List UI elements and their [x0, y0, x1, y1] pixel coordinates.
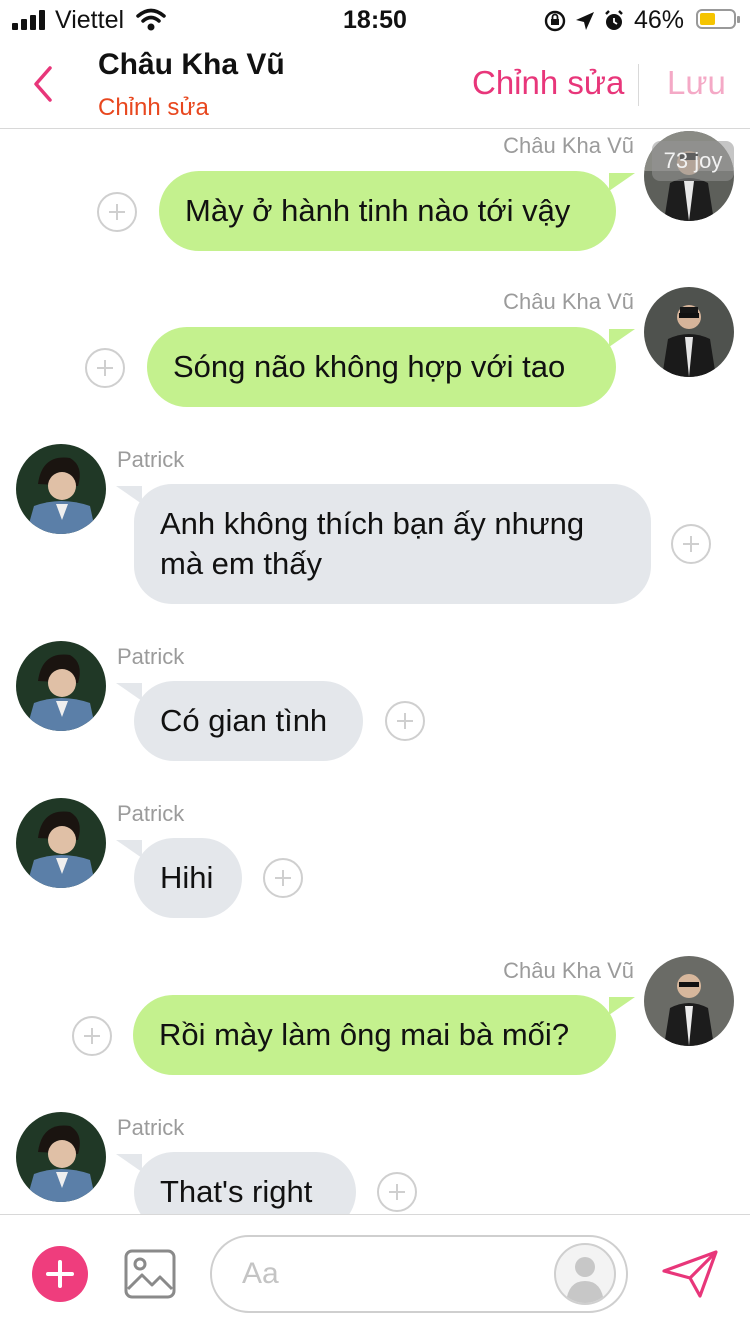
add-icon[interactable]: [32, 1246, 88, 1302]
add-reaction-icon[interactable]: [377, 1172, 417, 1212]
message-bubble[interactable]: That's right: [134, 1152, 356, 1214]
avatar-chau-kha-vu[interactable]: [644, 956, 734, 1046]
bubble-tail: [116, 840, 142, 858]
avatar-patrick[interactable]: [16, 444, 106, 534]
status-bar: Viettel 18:50 46%: [0, 0, 750, 42]
rotation-lock-icon: [544, 10, 566, 32]
image-icon[interactable]: [124, 1249, 176, 1299]
message-input[interactable]: Aa: [210, 1235, 628, 1313]
bubble-tail: [116, 486, 142, 504]
bubble-tail: [609, 997, 635, 1015]
message-bubble[interactable]: Có gian tình: [134, 681, 363, 761]
alarm-icon: [605, 10, 623, 30]
watermark: 73 joy: [652, 141, 734, 181]
sender-name: Patrick: [117, 1115, 185, 1140]
bubble-tail: [609, 329, 635, 347]
back-chevron-icon[interactable]: [28, 64, 58, 104]
battery-icon: [696, 9, 740, 29]
sender-avatar-icon[interactable]: [554, 1243, 616, 1305]
message-bubble[interactable]: Rồi mày làm ông mai bà mối?: [133, 995, 616, 1075]
message-bubble[interactable]: Hihi: [134, 838, 242, 918]
sender-name: Patrick: [117, 801, 185, 826]
avatar-chau-kha-vu[interactable]: [644, 287, 734, 377]
conversation-subtitle[interactable]: Chỉnh sửa: [98, 94, 209, 122]
bubble-tail: [116, 683, 142, 701]
save-button[interactable]: Lưu: [667, 64, 726, 102]
add-reaction-icon[interactable]: [97, 192, 137, 232]
location-icon: [576, 12, 594, 30]
add-reaction-icon[interactable]: [85, 348, 125, 388]
status-icons: [544, 10, 623, 32]
add-reaction-icon[interactable]: [671, 524, 711, 564]
message-bubble[interactable]: Sóng não không hợp với tao: [147, 327, 616, 407]
input-placeholder: Aa: [242, 1257, 279, 1290]
add-reaction-icon[interactable]: [263, 858, 303, 898]
battery-percent: 46%: [633, 6, 684, 34]
chat-header: Châu Kha Vũ Chỉnh sửa Chỉnh sửa Lưu: [0, 42, 750, 129]
sender-name: Châu Kha Vũ: [503, 133, 634, 158]
bubble-tail: [609, 173, 635, 191]
avatar-patrick[interactable]: [16, 1112, 106, 1202]
edit-button[interactable]: Chỉnh sửa: [472, 64, 624, 102]
add-reaction-icon[interactable]: [385, 701, 425, 741]
avatar-patrick[interactable]: [16, 798, 106, 888]
sender-name: Patrick: [117, 447, 185, 472]
send-icon[interactable]: [660, 1249, 720, 1299]
bubble-tail: [116, 1154, 142, 1172]
message-bubble[interactable]: Anh không thích bạn ấy nhưng mà em thấy: [134, 484, 651, 604]
conversation-title: Châu Kha Vũ: [98, 48, 285, 81]
sender-name: Châu Kha Vũ: [503, 289, 634, 314]
add-reaction-icon[interactable]: [72, 1016, 112, 1056]
sender-name: Châu Kha Vũ: [503, 958, 634, 983]
message-bubble[interactable]: Mày ở hành tinh nào tới vậy: [159, 171, 616, 251]
avatar-patrick[interactable]: [16, 641, 106, 731]
header-divider: [638, 64, 639, 106]
message-list[interactable]: Châu Kha Vũ 73 joy Mày ở hành tinh nào t…: [0, 129, 750, 1214]
composer-bar: Aa: [0, 1214, 750, 1335]
sender-name: Patrick: [117, 644, 185, 669]
